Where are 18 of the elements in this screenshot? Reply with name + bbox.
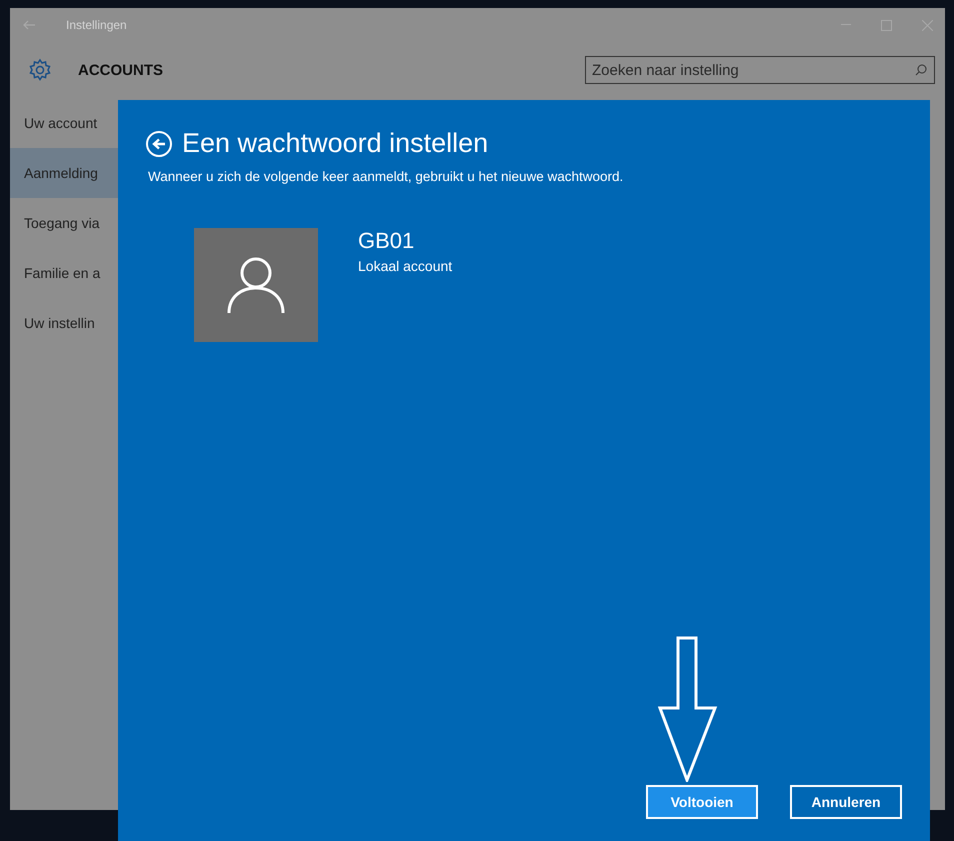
section-title: ACCOUNTS [78,62,163,78]
gear-icon [28,58,52,82]
close-icon[interactable] [922,20,933,30]
account-name: GB01 [358,228,416,254]
finish-button[interactable]: Voltooien [646,785,758,819]
back-arrow-icon [152,138,166,150]
back-button[interactable] [146,130,172,156]
user-icon [226,256,286,314]
search-field[interactable]: Zoeken naar instelling [585,56,935,84]
maximize-icon[interactable] [881,20,892,30]
cancel-button[interactable]: Annuleren [790,785,902,819]
account-type: Lokaal account [358,258,452,274]
back-arrow-icon[interactable] [22,20,36,30]
dialog-title: Een wachtwoord instellen [182,128,488,159]
search-icon [915,64,927,76]
dialog-subtitle: Wanneer u zich de volgende keer aanmeldt, gebruikt u het nieuwe wachtwoord. [148,169,624,184]
window-title: Instellingen [66,18,127,32]
down-arrow-icon [658,636,718,782]
